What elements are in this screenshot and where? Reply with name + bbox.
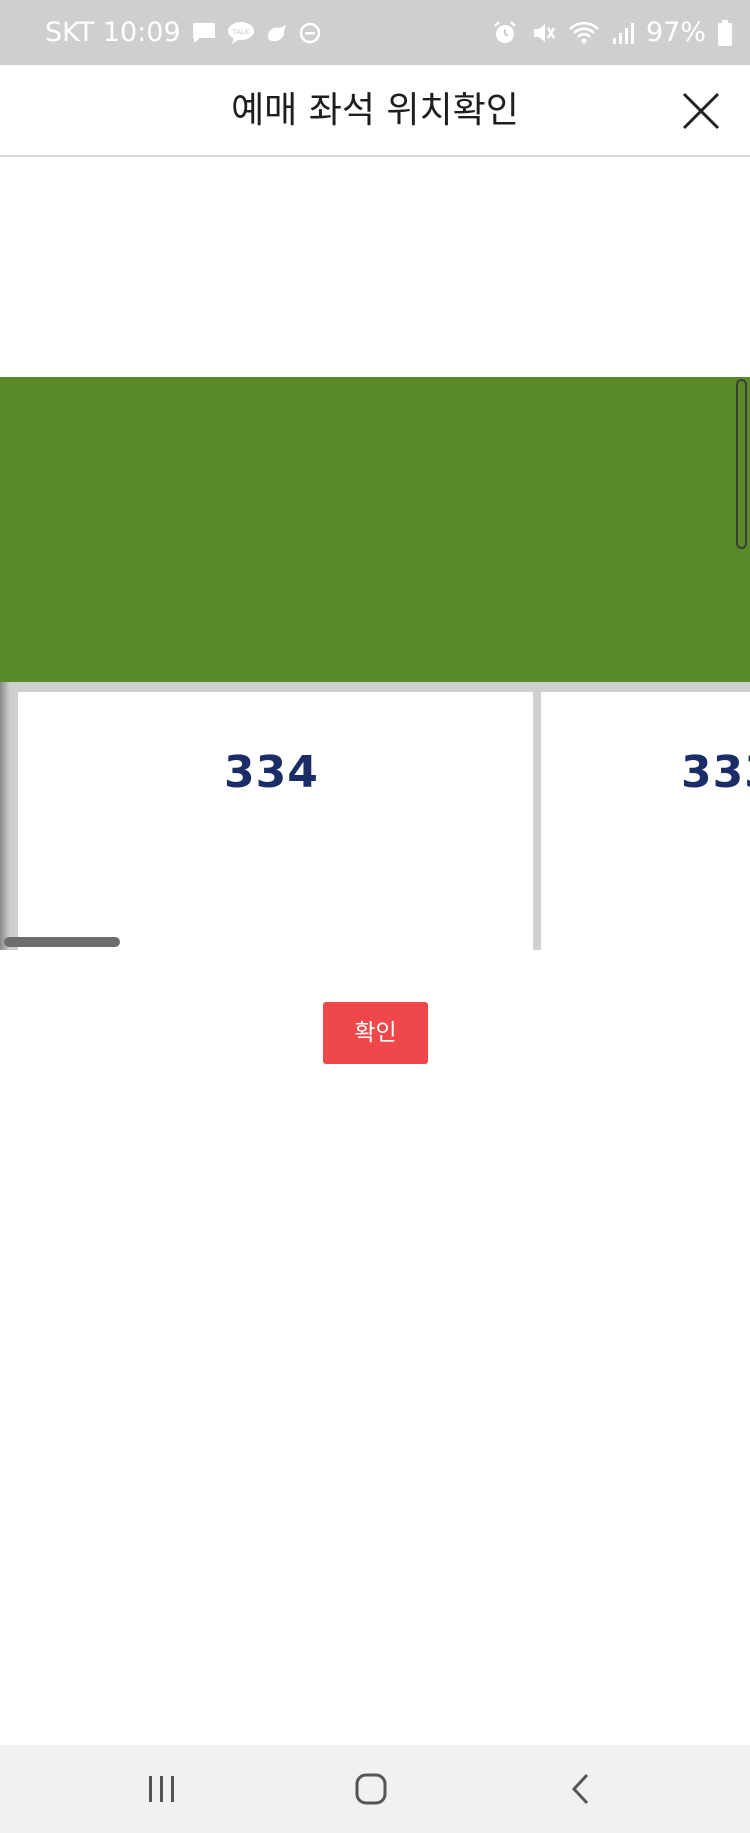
mute-icon [530,20,556,46]
modal-header: 예매 좌석 위치확인 [0,65,750,157]
seat-section-334: 334 123456 [18,692,533,950]
recent-apps-button[interactable] [132,1759,192,1819]
home-button[interactable] [341,1759,401,1819]
section-label: 333 [681,747,750,798]
stand-edge [0,682,10,950]
wifi-icon [568,20,600,46]
status-bar-right: 97% [492,0,732,65]
section-label: 334 [224,747,319,798]
message-icon [191,21,217,45]
signal-icon [612,21,634,45]
battery-percent: 97% [645,17,706,48]
page-title: 예매 좌석 위치확인 [231,90,519,131]
status-bar: SKT 10:09 TALK 97% [0,0,750,65]
dnd-icon [299,22,321,44]
back-button[interactable] [551,1759,611,1819]
navigation-bar [0,1745,750,1833]
home-icon [355,1773,387,1805]
horizontal-scrollbar[interactable] [4,937,120,947]
vertical-scrollbar[interactable] [736,379,747,549]
carrier-time: SKT 10:09 [45,17,181,48]
seat-map-viewport[interactable]: 334 123456 333 123456 [0,157,750,950]
close-button[interactable] [678,88,724,134]
confirm-button[interactable]: 확인 [323,1002,428,1064]
status-bar-left: SKT 10:09 TALK [45,0,321,65]
battery-icon [718,19,732,46]
back-icon [571,1773,589,1805]
bird-icon [265,22,289,44]
alarm-icon [492,20,518,46]
close-icon [682,92,720,130]
recent-apps-icon [149,1776,174,1802]
kakaotalk-label: TALK [231,28,249,36]
kakaotalk-icon: TALK [227,21,255,45]
stadium-field [0,377,750,682]
seat-section-333: 333 123456 [541,692,750,950]
